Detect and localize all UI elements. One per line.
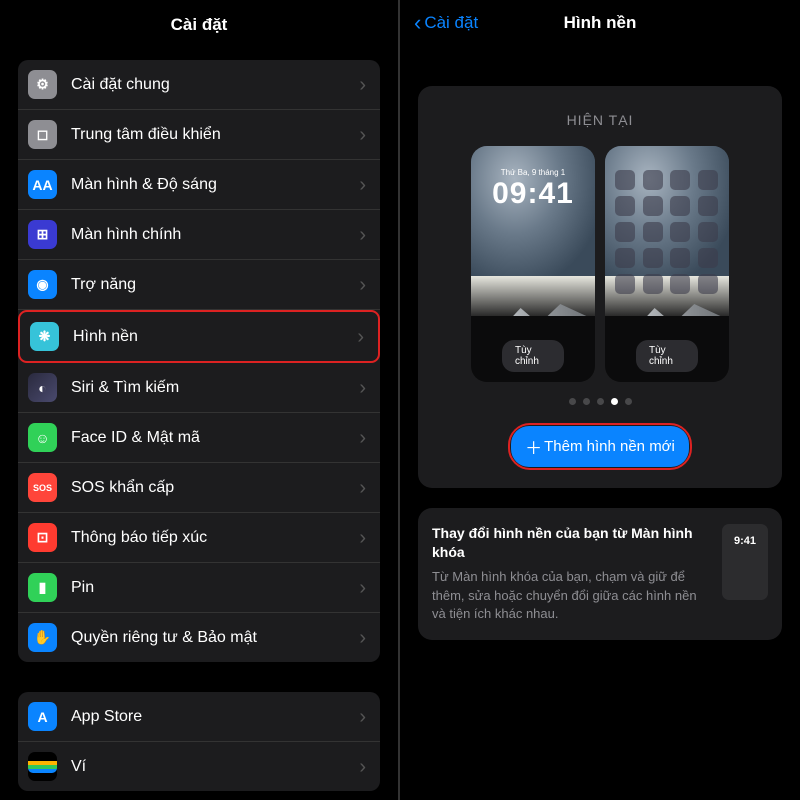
page-dot: [569, 398, 576, 405]
home-icon: ⊞: [28, 220, 57, 249]
customize-home-button[interactable]: Tùy chỉnh: [636, 340, 698, 372]
page-title: Cài đặt: [0, 0, 398, 60]
gear-icon: ⚙︎: [28, 70, 57, 99]
settings-row-home[interactable]: ⊞ Màn hình chính›: [18, 210, 380, 260]
app-grid: [615, 170, 719, 294]
add-wallpaper-button[interactable]: ＋ Thêm hình nền mới: [511, 426, 689, 467]
settings-row-priv[interactable]: ✋ Quyền riêng tư & Bảo mật›: [18, 613, 380, 662]
chevron-right-icon: ›: [359, 528, 366, 548]
row-label: Siri & Tìm kiếm: [71, 379, 359, 397]
plus-icon: ＋: [525, 434, 542, 459]
acc-icon: ◉: [28, 270, 57, 299]
settings-row-sos[interactable]: SOS SOS khẩn cấp›: [18, 463, 380, 513]
row-label: Ví: [71, 758, 359, 776]
page-indicator[interactable]: [569, 398, 632, 405]
add-label: Thêm hình nền mới: [544, 438, 675, 455]
back-label: Cài đặt: [424, 13, 478, 33]
settings-row-acc[interactable]: ◉ Trợ năng›: [18, 260, 380, 310]
page-dot: [625, 398, 632, 405]
expose-icon: ⊡: [28, 523, 57, 552]
chevron-right-icon: ›: [357, 327, 364, 347]
chevron-right-icon: ›: [359, 628, 366, 648]
row-label: Hình nền: [73, 328, 357, 346]
row-label: App Store: [71, 708, 359, 726]
row-label: Quyền riêng tư & Bảo mật: [71, 629, 359, 647]
chevron-right-icon: ›: [359, 378, 366, 398]
sos-icon: SOS: [28, 473, 57, 502]
settings-row-face[interactable]: ☺︎ Face ID & Mật mã›: [18, 413, 380, 463]
chevron-right-icon: ›: [359, 125, 366, 145]
face-icon: ☺︎: [28, 423, 57, 452]
customize-lock-button[interactable]: Tùy chỉnh: [502, 340, 564, 372]
settings-row-app[interactable]: A App Store›: [18, 692, 380, 742]
chevron-right-icon: ›: [359, 175, 366, 195]
disp-icon: AA: [28, 170, 57, 199]
lockscreen-preview[interactable]: Thứ Ba, 9 tháng 1 09:41 Tùy chỉnh: [471, 146, 595, 382]
row-label: Pin: [71, 579, 359, 597]
settings-row-cc[interactable]: ◻︎ Trung tâm điều khiển›: [18, 110, 380, 160]
row-label: Trợ năng: [71, 276, 359, 294]
page-dot: [597, 398, 604, 405]
siri-icon: ◐: [28, 373, 57, 402]
row-label: SOS khẩn cấp: [71, 479, 359, 497]
chevron-right-icon: ›: [359, 428, 366, 448]
chevron-right-icon: ›: [359, 478, 366, 498]
chevron-right-icon: ›: [359, 707, 366, 727]
highlight-add: ＋ Thêm hình nền mới: [508, 423, 692, 470]
page-dot: [583, 398, 590, 405]
row-label: Face ID & Mật mã: [71, 429, 359, 447]
lock-time: 09:41: [471, 177, 595, 211]
settings-row-batt[interactable]: ▮ Pin›: [18, 563, 380, 613]
hint-card: Thay đổi hình nền của bạn từ Màn hình kh…: [418, 508, 782, 640]
row-label: Màn hình chính: [71, 226, 359, 244]
settings-row-wall[interactable]: ❋ Hình nền›: [18, 310, 380, 363]
mini-preview: 9:41: [722, 524, 768, 600]
settings-row-expose[interactable]: ⊡ Thông báo tiếp xúc›: [18, 513, 380, 563]
app-icon: A: [28, 702, 57, 731]
row-label: Màn hình & Độ sáng: [71, 176, 359, 194]
row-label: Trung tâm điều khiển: [71, 126, 359, 144]
settings-row-disp[interactable]: AA Màn hình & Độ sáng›: [18, 160, 380, 210]
row-label: Thông báo tiếp xúc: [71, 529, 359, 547]
settings-row-siri[interactable]: ◐ Siri & Tìm kiếm›: [18, 363, 380, 413]
settings-row-gear[interactable]: ⚙︎ Cài đặt chung›: [18, 60, 380, 110]
homescreen-preview[interactable]: Tùy chỉnh: [605, 146, 729, 382]
batt-icon: ▮: [28, 573, 57, 602]
hint-title: Thay đổi hình nền của bạn từ Màn hình kh…: [432, 524, 708, 562]
lock-date: Thứ Ba, 9 tháng 1: [471, 146, 595, 177]
wal-icon: [28, 752, 57, 781]
settings-list-screen: Cài đặt ⚙︎Cài đặt chung›◻︎Trung tâm điều…: [0, 0, 400, 800]
mini-time: 9:41: [722, 535, 768, 547]
hint-body: Từ Màn hình khóa của bạn, chạm và giữ để…: [432, 568, 708, 625]
chevron-right-icon: ›: [359, 578, 366, 598]
wallpaper-screen: ‹ Cài đặt Hình nền HIỆN TẠI Thứ Ba, 9 th…: [400, 0, 800, 800]
chevron-right-icon: ›: [359, 757, 366, 777]
cc-icon: ◻︎: [28, 120, 57, 149]
chevron-left-icon: ‹: [414, 12, 421, 34]
chevron-right-icon: ›: [359, 225, 366, 245]
settings-row-wal[interactable]: Ví›: [18, 742, 380, 791]
page-dot: [611, 398, 618, 405]
chevron-right-icon: ›: [359, 75, 366, 95]
back-button[interactable]: ‹ Cài đặt: [414, 12, 478, 34]
wall-icon: ❋: [30, 322, 59, 351]
row-label: Cài đặt chung: [71, 76, 359, 94]
current-label: HIỆN TẠI: [567, 112, 634, 128]
current-wallpaper-card: HIỆN TẠI Thứ Ba, 9 tháng 1 09:41 Tùy chỉ…: [418, 86, 782, 488]
chevron-right-icon: ›: [359, 275, 366, 295]
priv-icon: ✋: [28, 623, 57, 652]
